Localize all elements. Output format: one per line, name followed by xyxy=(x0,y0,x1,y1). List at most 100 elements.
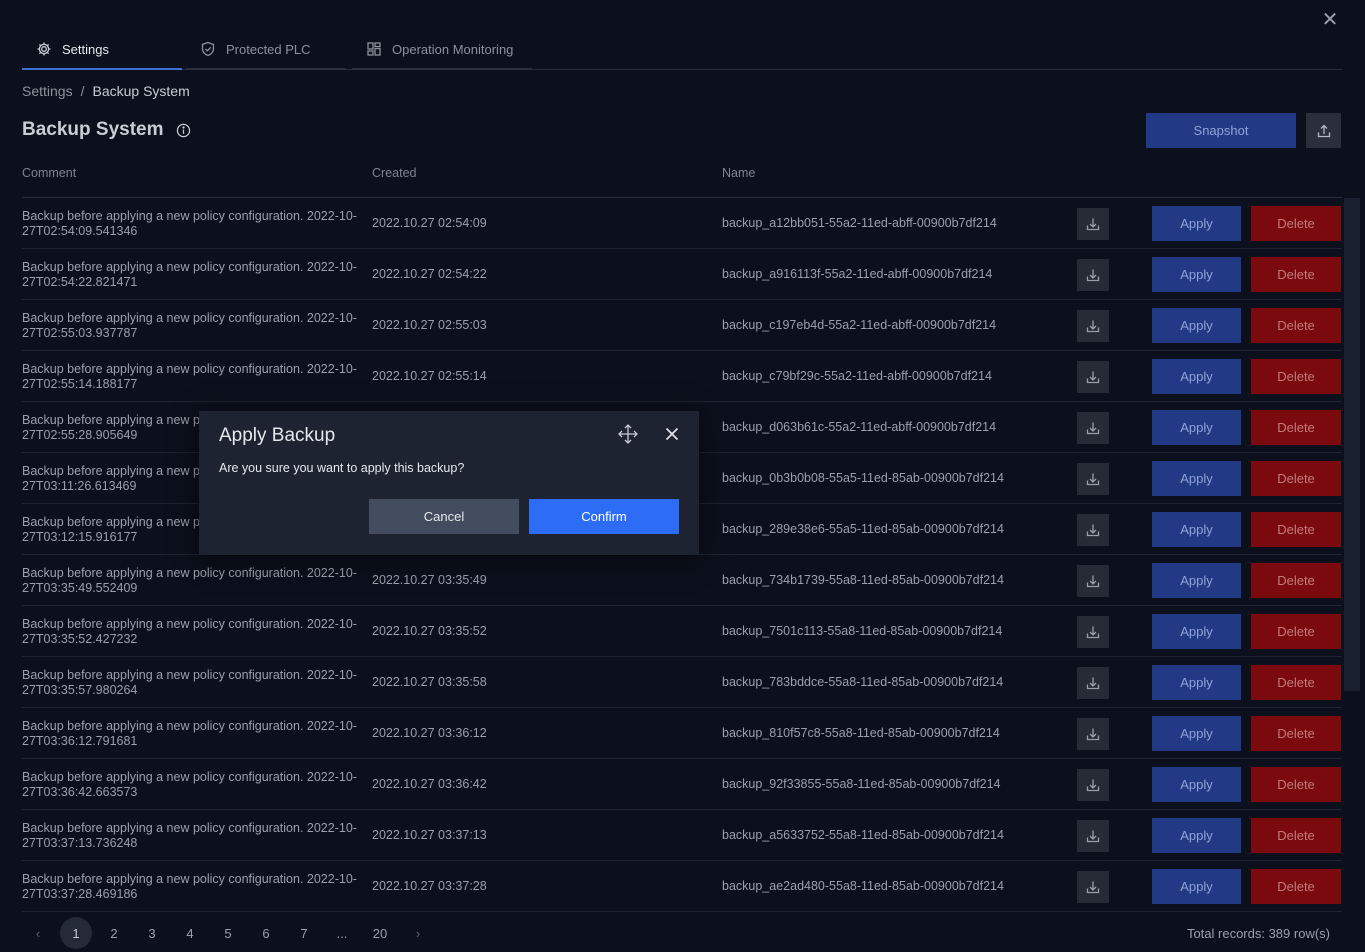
cell-created: 2022.10.27 02:54:22 xyxy=(372,267,487,281)
delete-button[interactable]: Delete xyxy=(1251,512,1341,547)
dialog-message: Are you sure you want to apply this back… xyxy=(219,461,465,475)
download-icon xyxy=(1085,471,1101,487)
apply-backup-dialog: Apply Backup Are you sure you want to ap… xyxy=(199,411,699,555)
upload-icon xyxy=(1316,123,1332,139)
delete-button[interactable]: Delete xyxy=(1251,716,1341,751)
apply-button[interactable]: Apply xyxy=(1152,512,1241,547)
download-button[interactable] xyxy=(1077,820,1109,852)
cell-name: backup_289e38e6-55a5-11ed-85ab-00900b7df… xyxy=(722,522,1004,536)
delete-button[interactable]: Delete xyxy=(1251,614,1341,649)
cell-comment: Backup before applying a new policy conf… xyxy=(22,209,357,238)
snapshot-button[interactable]: Snapshot xyxy=(1146,113,1296,148)
tab-settings-underline xyxy=(22,68,182,70)
download-button[interactable] xyxy=(1077,718,1109,750)
apply-button[interactable]: Apply xyxy=(1152,614,1241,649)
tab-protected-plc[interactable]: Protected PLC xyxy=(186,28,346,70)
cell-comment: Backup before applying a new policy conf… xyxy=(22,260,357,289)
confirm-button[interactable]: Confirm xyxy=(529,499,679,534)
delete-button[interactable]: Delete xyxy=(1251,869,1341,904)
download-icon xyxy=(1085,369,1101,385)
download-button[interactable] xyxy=(1077,769,1109,801)
table-row: Backup before applying a new policy conf… xyxy=(22,198,1342,249)
download-button[interactable] xyxy=(1077,208,1109,240)
download-button[interactable] xyxy=(1077,871,1109,903)
column-created[interactable]: Created xyxy=(372,166,416,180)
page-button-3[interactable]: 3 xyxy=(136,917,168,949)
cell-comment: Backup before applying a new policy conf… xyxy=(22,872,357,901)
cell-comment: Backup before applying a new policy conf… xyxy=(22,821,357,850)
tab-settings[interactable]: Settings xyxy=(22,28,182,70)
page-button-20[interactable]: 20 xyxy=(364,917,396,949)
apply-button[interactable]: Apply xyxy=(1152,410,1241,445)
next-page-button[interactable]: › xyxy=(402,917,434,949)
cell-name: backup_ae2ad480-55a8-11ed-85ab-00900b7df… xyxy=(722,879,1004,893)
delete-button[interactable]: Delete xyxy=(1251,410,1341,445)
download-button[interactable] xyxy=(1077,310,1109,342)
apply-button[interactable]: Apply xyxy=(1152,461,1241,496)
table-row: Backup before applying a new policy conf… xyxy=(22,810,1342,861)
cell-name: backup_0b3b0b08-55a5-11ed-85ab-00900b7df… xyxy=(722,471,1004,485)
delete-button[interactable]: Delete xyxy=(1251,257,1341,292)
delete-button[interactable]: Delete xyxy=(1251,308,1341,343)
scrollbar-thumb[interactable] xyxy=(1344,198,1360,691)
download-button[interactable] xyxy=(1077,514,1109,546)
apply-button[interactable]: Apply xyxy=(1152,206,1241,241)
apply-button[interactable]: Apply xyxy=(1152,716,1241,751)
tab-bar: Settings Protected PLC Operation Monitor… xyxy=(22,28,1342,70)
page-button-2[interactable]: 2 xyxy=(98,917,130,949)
column-name[interactable]: Name xyxy=(722,166,755,180)
apply-button[interactable]: Apply xyxy=(1152,767,1241,802)
tab-operation-monitoring-underline xyxy=(352,68,532,70)
breadcrumb: Settings / Backup System xyxy=(22,83,190,99)
delete-button[interactable]: Delete xyxy=(1251,818,1341,853)
page-button-6[interactable]: 6 xyxy=(250,917,282,949)
shield-check-icon xyxy=(200,41,216,57)
cell-name: backup_7501c113-55a8-11ed-85ab-00900b7df… xyxy=(722,624,1003,638)
download-button[interactable] xyxy=(1077,565,1109,597)
page-button-5[interactable]: 5 xyxy=(212,917,244,949)
move-icon[interactable] xyxy=(617,423,639,445)
cell-created: 2022.10.27 02:55:03 xyxy=(372,318,487,332)
apply-button[interactable]: Apply xyxy=(1152,818,1241,853)
delete-button[interactable]: Delete xyxy=(1251,461,1341,496)
upload-button[interactable] xyxy=(1306,113,1341,148)
page-button-4[interactable]: 4 xyxy=(174,917,206,949)
table-row: Backup before applying a new policy conf… xyxy=(22,351,1342,402)
breadcrumb-current: Backup System xyxy=(92,83,190,99)
dashboard-grid-icon xyxy=(366,41,382,57)
column-comment[interactable]: Comment xyxy=(22,166,76,180)
page-title: Backup System xyxy=(22,119,191,141)
apply-button[interactable]: Apply xyxy=(1152,869,1241,904)
prev-page-button[interactable]: ‹ xyxy=(22,917,54,949)
dialog-close-icon[interactable] xyxy=(661,423,683,445)
download-button[interactable] xyxy=(1077,616,1109,648)
download-button[interactable] xyxy=(1077,412,1109,444)
download-button[interactable] xyxy=(1077,463,1109,495)
info-icon[interactable] xyxy=(176,123,191,138)
delete-button[interactable]: Delete xyxy=(1251,563,1341,598)
download-button[interactable] xyxy=(1077,667,1109,699)
delete-button[interactable]: Delete xyxy=(1251,767,1341,802)
download-icon xyxy=(1085,573,1101,589)
table-row: Backup before applying a new policy conf… xyxy=(22,300,1342,351)
page-button-7[interactable]: 7 xyxy=(288,917,320,949)
tab-operation-monitoring[interactable]: Operation Monitoring xyxy=(352,28,532,70)
delete-button[interactable]: Delete xyxy=(1251,665,1341,700)
download-icon xyxy=(1085,675,1101,691)
apply-button[interactable]: Apply xyxy=(1152,308,1241,343)
download-icon xyxy=(1085,420,1101,436)
apply-button[interactable]: Apply xyxy=(1152,665,1241,700)
breadcrumb-root[interactable]: Settings xyxy=(22,83,73,99)
page-button-1[interactable]: 1 xyxy=(60,917,92,949)
cell-comment: Backup before applying a new policy conf… xyxy=(22,566,357,595)
download-button[interactable] xyxy=(1077,259,1109,291)
delete-button[interactable]: Delete xyxy=(1251,359,1341,394)
apply-button[interactable]: Apply xyxy=(1152,359,1241,394)
delete-button[interactable]: Delete xyxy=(1251,206,1341,241)
apply-button[interactable]: Apply xyxy=(1152,563,1241,598)
cancel-button[interactable]: Cancel xyxy=(369,499,519,534)
download-icon xyxy=(1085,828,1101,844)
download-button[interactable] xyxy=(1077,361,1109,393)
apply-button[interactable]: Apply xyxy=(1152,257,1241,292)
table-scrollbar[interactable] xyxy=(1344,198,1360,912)
